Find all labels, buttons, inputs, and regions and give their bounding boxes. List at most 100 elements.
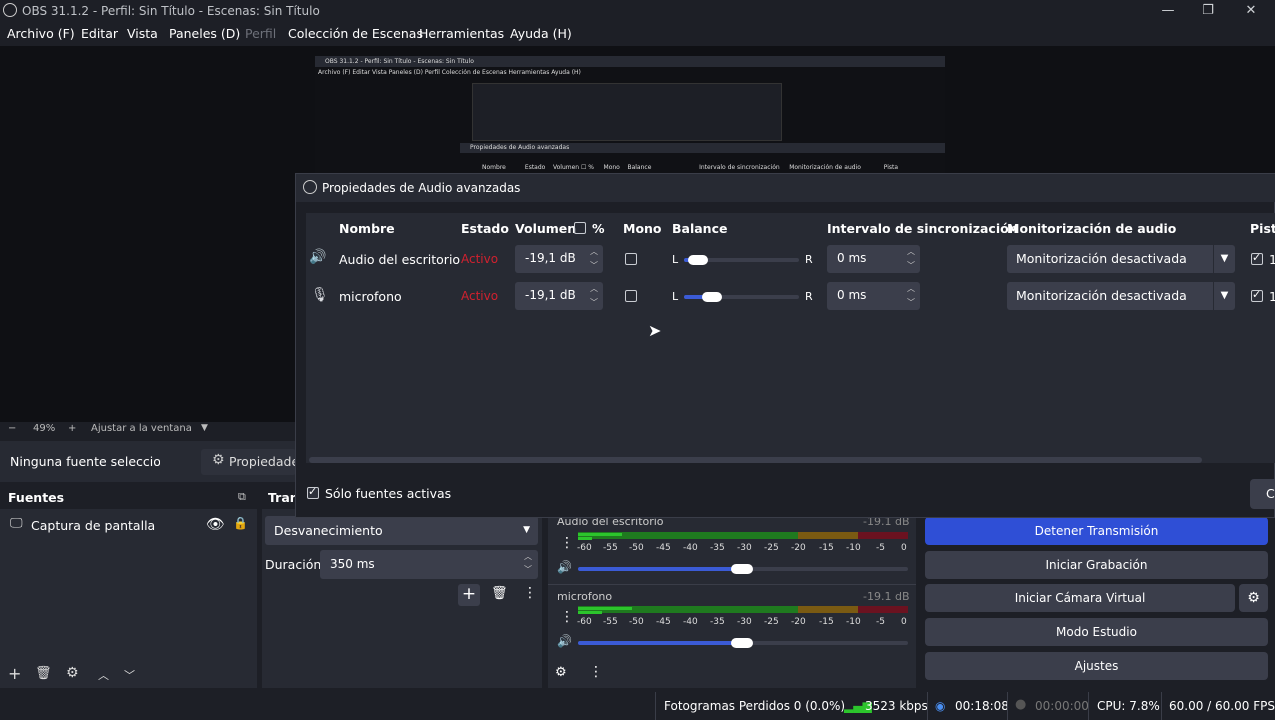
mono-checkbox[interactable] bbox=[625, 290, 637, 302]
settings-button[interactable]: Ajustes bbox=[925, 652, 1268, 680]
menu-ayuda[interactable]: Ayuda (H) bbox=[510, 26, 572, 41]
volume-slider-track[interactable] bbox=[743, 641, 908, 645]
menu-vista[interactable]: Vista bbox=[127, 26, 158, 41]
menu-archivo[interactable]: Archivo (F) bbox=[7, 26, 75, 41]
more-options-icon[interactable]: ⋮ bbox=[560, 535, 574, 551]
monitoring-select[interactable]: Monitorización desactivada ▼ bbox=[1007, 282, 1235, 310]
step-up-icon[interactable]: ︿ bbox=[585, 282, 603, 296]
mouse-cursor-icon: ➤ bbox=[648, 321, 662, 340]
sync-spinbox[interactable]: 0 ms ︿ ﹀ bbox=[827, 245, 920, 273]
close-dialog-button[interactable]: Ce bbox=[1250, 479, 1275, 509]
step-down-icon[interactable]: ﹀ bbox=[585, 259, 603, 273]
move-down-icon[interactable]: ﹀ bbox=[124, 667, 135, 683]
nested-menu: Archivo (F) Editar Vista Paneles (D) Per… bbox=[318, 69, 581, 76]
track-label: 1 bbox=[1269, 289, 1275, 304]
minimize-button[interactable]: — bbox=[1153, 2, 1183, 20]
gear-icon[interactable]: ⚙ bbox=[1239, 584, 1268, 612]
col-percent: % bbox=[592, 221, 605, 236]
fps: 60.00 / 60.00 FPS bbox=[1169, 699, 1275, 713]
step-down-icon[interactable]: ﹀ bbox=[902, 296, 920, 310]
step-up-icon[interactable]: ︿ bbox=[902, 245, 920, 259]
more-options-icon[interactable]: ⋮ bbox=[560, 609, 574, 625]
track-checkbox[interactable] bbox=[1251, 288, 1263, 302]
col-monitoring: Monitorización de audio bbox=[1007, 221, 1177, 236]
horizontal-scrollbar[interactable] bbox=[309, 457, 1202, 463]
zoom-bar: − 49% + Ajustar a la ventana ▼ bbox=[0, 422, 296, 439]
volume-slider-knob[interactable] bbox=[731, 564, 753, 574]
step-down-icon[interactable]: ﹀ bbox=[585, 296, 603, 310]
balance-slider-knob[interactable] bbox=[688, 255, 708, 265]
monitoring-select[interactable]: Monitorización desactivada ▼ bbox=[1007, 245, 1235, 273]
speaker-icon: 🔊 bbox=[309, 249, 327, 265]
volume-slider-fill[interactable] bbox=[578, 641, 743, 645]
step-up-icon[interactable]: ︿ bbox=[524, 551, 532, 562]
step-up-icon[interactable]: ︿ bbox=[902, 282, 920, 296]
audio-mixer-dock: Audio del escritorio -19.1 dB ⋮ -60 -55 -5… bbox=[548, 515, 916, 688]
volume-spinbox[interactable]: -19,1 dB ︿ ﹀ bbox=[515, 245, 603, 273]
add-transition-button[interactable]: + bbox=[458, 584, 480, 606]
transition-select[interactable]: Desvanecimiento ▼ bbox=[265, 516, 538, 545]
track-label: 1 bbox=[1269, 252, 1275, 267]
lock-icon[interactable]: 🔒 bbox=[233, 516, 248, 530]
step-down-icon[interactable]: ﹀ bbox=[524, 564, 532, 575]
transition-value: Desvanecimiento bbox=[274, 523, 383, 538]
step-down-icon[interactable]: ﹀ bbox=[902, 259, 920, 273]
active-only-checkbox[interactable] bbox=[307, 485, 319, 499]
move-up-icon[interactable]: ︿ bbox=[98, 667, 109, 683]
add-source-button[interactable]: + bbox=[8, 664, 21, 683]
more-options-icon[interactable]: ⋮ bbox=[523, 585, 537, 601]
menu-coleccion-escenas[interactable]: Colección de Escenas bbox=[288, 26, 423, 41]
balance-slider-knob[interactable] bbox=[702, 292, 722, 302]
speaker-icon[interactable]: 🔊 bbox=[557, 634, 572, 648]
zoom-dropdown-icon[interactable]: ▼ bbox=[201, 423, 208, 433]
meter-level-fill-2 bbox=[578, 537, 592, 540]
record-time: 00:00:00 bbox=[1035, 699, 1089, 713]
volume-slider-track[interactable] bbox=[743, 567, 908, 571]
zoom-in-button[interactable]: + bbox=[68, 423, 76, 434]
mono-checkbox[interactable] bbox=[625, 253, 637, 265]
virtual-camera-button[interactable]: Iniciar Cámara Virtual bbox=[925, 584, 1235, 612]
meter-yellow bbox=[798, 532, 858, 539]
gear-icon[interactable]: ⚙ bbox=[66, 665, 79, 681]
undock-icon[interactable]: ⧉ bbox=[238, 490, 246, 504]
source-state: Activo bbox=[461, 252, 499, 266]
meter-level-fill bbox=[578, 533, 622, 536]
sources-header: Fuentes ⧉ bbox=[0, 487, 257, 509]
sync-value: 0 ms bbox=[837, 251, 867, 265]
trash-icon[interactable]: 🗑 bbox=[491, 586, 508, 601]
restore-button[interactable]: ❐ bbox=[1193, 2, 1223, 20]
volume-slider-fill[interactable] bbox=[578, 567, 743, 571]
chevron-down-icon: ▼ bbox=[1213, 245, 1235, 273]
more-options-icon[interactable]: ⋮ bbox=[589, 664, 603, 680]
properties-button[interactable]: ⚙ Propiedades bbox=[201, 449, 306, 475]
audio-sources-table: Nombre Estado Volumen % Mono Balance Int… bbox=[306, 213, 1275, 463]
close-button[interactable]: ✕ bbox=[1236, 2, 1266, 20]
fit-window-label[interactable]: Ajustar a la ventana bbox=[91, 423, 192, 434]
bitrate: 3523 kbps bbox=[865, 699, 928, 713]
duration-spinbox[interactable]: 350 ms ︿ ﹀ bbox=[320, 550, 538, 579]
mixer-settings-icon[interactable]: ⚙ bbox=[555, 665, 567, 680]
trash-icon[interactable]: 🗑 bbox=[35, 666, 52, 681]
studio-mode-button[interactable]: Modo Estudio bbox=[925, 618, 1268, 646]
zoom-out-button[interactable]: − bbox=[8, 423, 16, 434]
percent-checkbox[interactable] bbox=[574, 222, 586, 234]
speaker-icon[interactable]: 🔊 bbox=[557, 560, 572, 574]
stop-stream-button[interactable]: Detener Transmisión bbox=[925, 517, 1268, 545]
volume-spinbox[interactable]: -19,1 dB ︿ ﹀ bbox=[515, 282, 603, 310]
track-checkbox[interactable] bbox=[1251, 251, 1263, 265]
menu-perfil[interactable]: Perfil bbox=[245, 26, 276, 41]
list-item[interactable]: 🖵 Captura de pantalla 👁 🔒 bbox=[4, 514, 253, 538]
source-toolbar: Ninguna fuente seleccionada ⚙ Propiedade… bbox=[0, 441, 306, 482]
start-recording-button[interactable]: Iniciar Grabación bbox=[925, 551, 1268, 579]
microphone-icon: 🎙 bbox=[311, 287, 329, 303]
step-up-icon[interactable]: ︿ bbox=[585, 245, 603, 259]
menu-editar[interactable]: Editar bbox=[81, 26, 118, 41]
menu-herramientas[interactable]: Herramientas bbox=[419, 26, 504, 41]
balance-right-label: R bbox=[805, 290, 813, 303]
sync-spinbox[interactable]: 0 ms ︿ ﹀ bbox=[827, 282, 920, 310]
volume-slider-knob[interactable] bbox=[731, 638, 753, 648]
eye-icon[interactable]: 👁 bbox=[206, 515, 225, 533]
controls-dock: Detener Transmisión Iniciar Grabación In… bbox=[922, 515, 1275, 688]
monitoring-value: Monitorización desactivada bbox=[1016, 288, 1187, 303]
menu-paneles[interactable]: Paneles (D) bbox=[169, 26, 240, 41]
